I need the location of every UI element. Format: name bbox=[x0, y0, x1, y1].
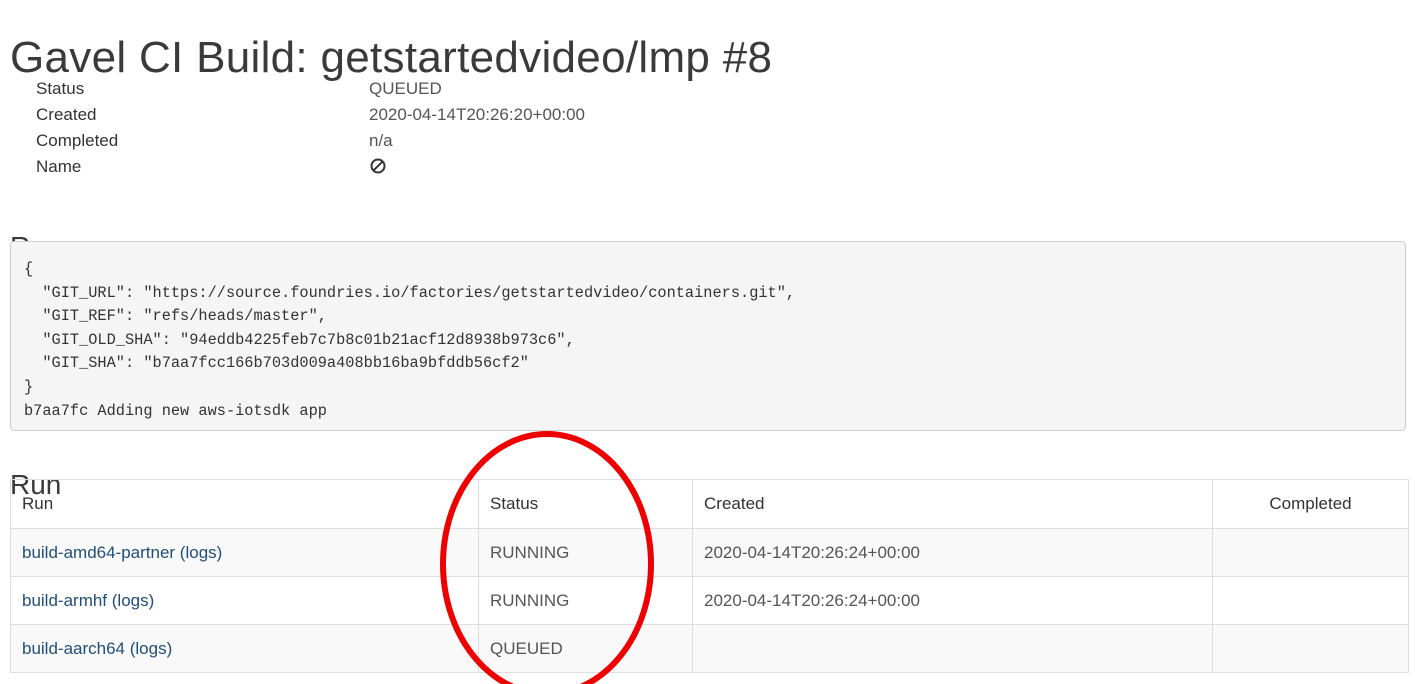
run-table: Run Status Created Completed build-amd64… bbox=[10, 479, 1409, 673]
created-label: Created bbox=[36, 105, 97, 124]
table-row: build-aarch64 (logs) QUEUED bbox=[10, 624, 1409, 673]
completed-label: Completed bbox=[36, 131, 119, 150]
run-status: RUNNING bbox=[478, 528, 693, 577]
run-created bbox=[692, 624, 1213, 673]
column-header-run: Run bbox=[10, 479, 479, 529]
run-status: RUNNING bbox=[478, 576, 693, 625]
column-header-status: Status bbox=[478, 479, 693, 529]
run-cell: build-aarch64 (logs) bbox=[10, 624, 479, 673]
run-completed bbox=[1212, 528, 1409, 577]
run-link[interactable]: build-aarch64 (logs) bbox=[22, 639, 172, 658]
reason-text: { "GIT_URL": "https://source.foundries.i… bbox=[24, 260, 796, 420]
page-title: Gavel CI Build: getstartedvideo/lmp #8 bbox=[10, 33, 773, 83]
run-created: 2020-04-14T20:26:24+00:00 bbox=[692, 576, 1213, 625]
table-row: build-amd64-partner (logs) RUNNING 2020-… bbox=[10, 528, 1409, 577]
status-value: QUEUED bbox=[369, 79, 442, 98]
reason-code-block: { "GIT_URL": "https://source.foundries.i… bbox=[10, 241, 1406, 431]
column-header-completed: Completed bbox=[1212, 479, 1409, 529]
status-label: Status bbox=[36, 79, 85, 98]
table-row: build-armhf (logs) RUNNING 2020-04-14T20… bbox=[10, 576, 1409, 625]
created-value: 2020-04-14T20:26:20+00:00 bbox=[369, 105, 585, 124]
table-header-row: Run Status Created Completed bbox=[10, 479, 1409, 529]
name-label: Name bbox=[36, 157, 82, 176]
run-cell: build-armhf (logs) bbox=[10, 576, 479, 625]
run-status: QUEUED bbox=[478, 624, 693, 673]
run-completed bbox=[1212, 576, 1409, 625]
name-value bbox=[369, 157, 387, 178]
run-cell: build-amd64-partner (logs) bbox=[10, 528, 479, 577]
run-link[interactable]: build-armhf (logs) bbox=[22, 591, 154, 610]
completed-value: n/a bbox=[369, 131, 393, 150]
not-available-icon bbox=[370, 158, 386, 174]
column-header-created: Created bbox=[692, 479, 1213, 529]
run-created: 2020-04-14T20:26:24+00:00 bbox=[692, 528, 1213, 577]
run-link[interactable]: build-amd64-partner (logs) bbox=[22, 543, 222, 562]
run-completed bbox=[1212, 624, 1409, 673]
